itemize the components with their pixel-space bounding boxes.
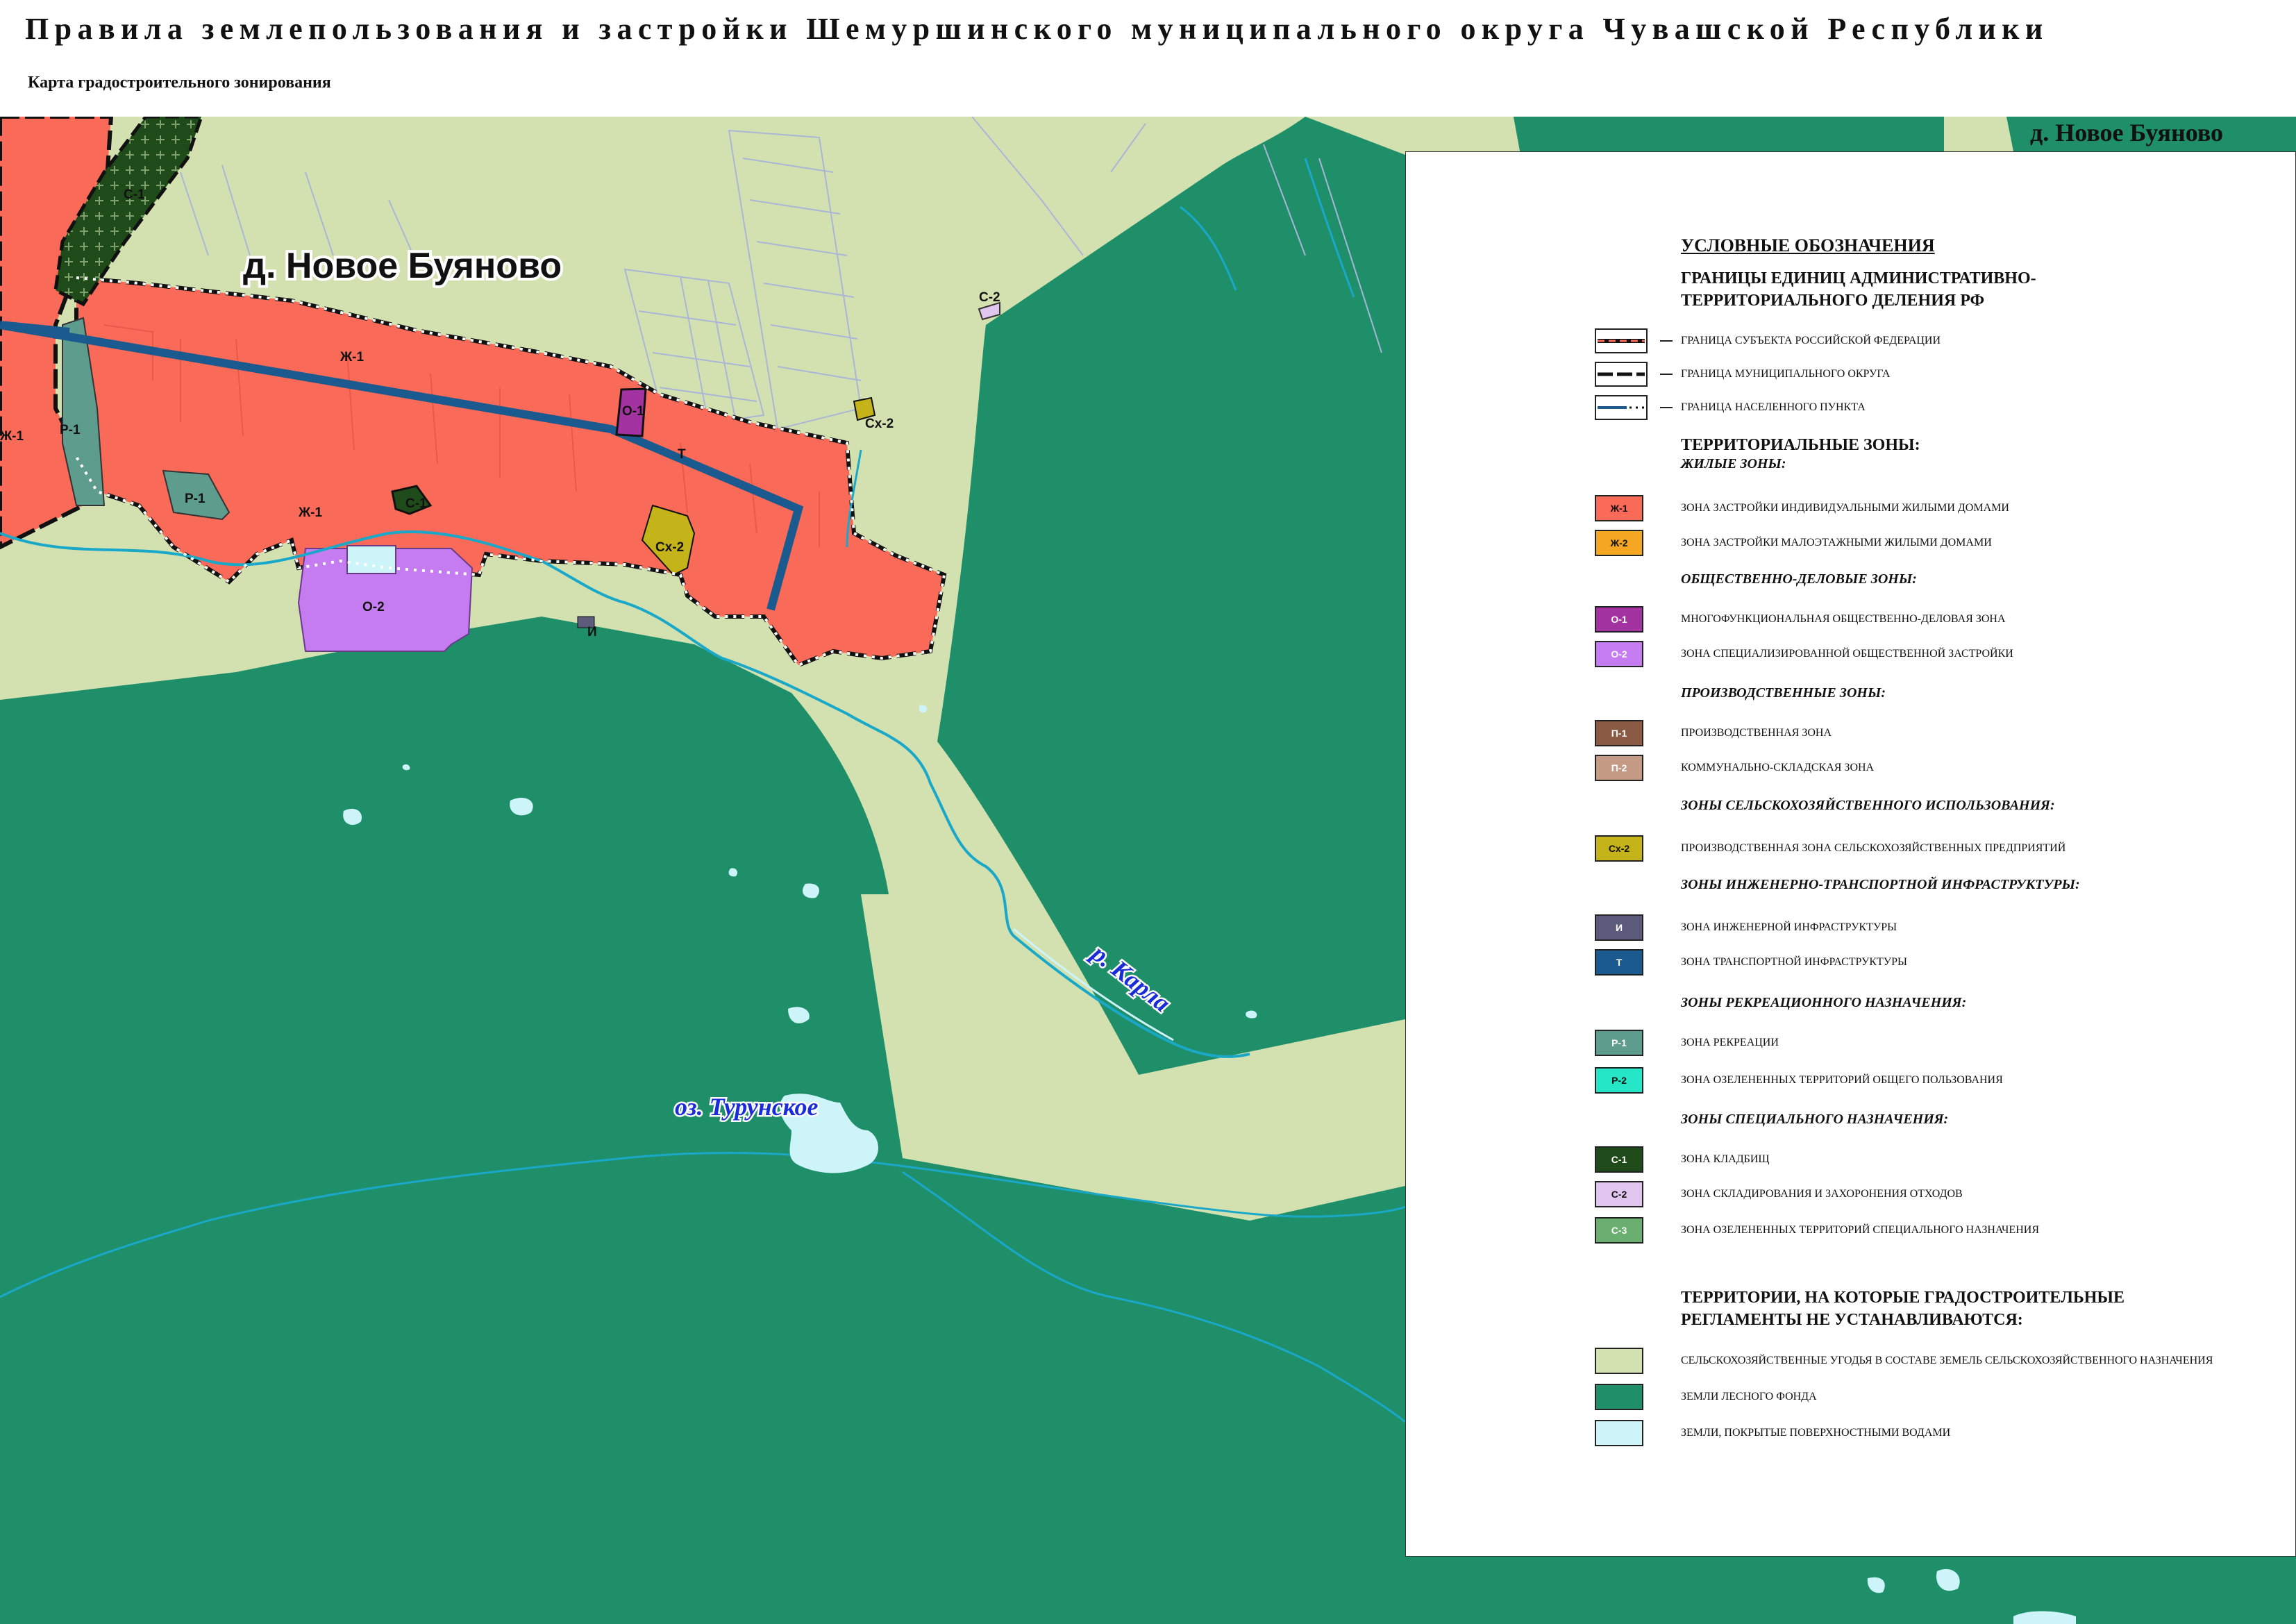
boundary-leader [1660, 374, 1673, 375]
boundary-municipal-swatch [1595, 362, 1648, 387]
label-s1-a: С-1 [124, 187, 145, 202]
legend-swatch: Ж-2 [1595, 530, 1643, 556]
legend-swatch: Р-1 [1595, 1030, 1643, 1056]
legend-item-label: ЗОНА КЛАДБИЩ [1681, 1153, 1770, 1165]
label-zh1-b: Ж-1 [298, 505, 322, 520]
legend-item-label: ЗОНА ТРАНСПОРТНОЙ ИНФРАСТРУКТУРЫ [1681, 956, 1907, 968]
legend-boundaries-heading: ГРАНИЦЫ ЕДИНИЦ АДМИНИСТРАТИВНО- ТЕРРИТОР… [1681, 269, 2036, 310]
legend-swatch [1595, 1348, 1643, 1374]
legend-group-heading: ОБЩЕСТВЕННО-ДЕЛОВЫЕ ЗОНЫ: [1681, 571, 1917, 587]
boundary-subject-swatch [1595, 328, 1648, 353]
legend-swatch: И [1595, 914, 1643, 941]
label-r1-b: Р-1 [185, 492, 206, 506]
legend-swatch [1595, 1420, 1643, 1446]
label-zh1-a: Ж-1 [340, 350, 364, 365]
legend-group-heading: ЖИЛЫЕ ЗОНЫ: [1681, 456, 1786, 471]
legend-item-label: ЗОНА ОЗЕЛЕНЕННЫХ ТЕРРИТОРИЙ СПЕЦИАЛЬНОГО… [1681, 1224, 2039, 1236]
legend-item-label: ЗОНА ЗАСТРОЙКИ ИНДИВИДУАЛЬНЫМИ ЖИЛЫМИ ДО… [1681, 502, 2009, 514]
map-header: Правила землепользования и застройки Шем… [0, 0, 2296, 117]
legend-item-label: КОММУНАЛЬНО-СКЛАДСКАЯ ЗОНА [1681, 762, 1875, 773]
label-s1-b: С-1 [405, 496, 427, 511]
legend-swatch: Ж-1 [1595, 495, 1643, 521]
label-s2: С-2 [979, 290, 1000, 305]
village-label: д. Новое Буяново [243, 246, 562, 286]
legend-group-heading: ЗОНЫ РЕКРЕАЦИОННОГО НАЗНАЧЕНИЯ: [1681, 995, 1967, 1010]
legend-zones-heading: ТЕРРИТОРИАЛЬНЫЕ ЗОНЫ: [1681, 436, 1920, 454]
legend-boundary-label: ГРАНИЦА СУБЪЕКТА РОССИЙСКОЙ ФЕДЕРАЦИИ [1681, 335, 1941, 346]
boundary-leader [1660, 340, 1673, 342]
legend-panel: УСЛОВНЫЕ ОБОЗНАЧЕНИЯ ГРАНИЦЫ ЕДИНИЦ АДМИ… [1405, 151, 2296, 1557]
legend-swatch: П-1 [1595, 720, 1643, 746]
legend-swatch: О-2 [1595, 641, 1643, 667]
legend-swatch: Р-2 [1595, 1067, 1643, 1094]
legend-group-heading: ЗОНЫ ИНЖЕНЕРНО-ТРАНСПОРТНОЙ ИНФРАСТРУКТУ… [1681, 877, 2080, 892]
label-sx2-b: Сх-2 [865, 417, 894, 431]
legend-swatch: П-2 [1595, 755, 1643, 781]
corner-place-label: д. Новое Буяново [2030, 119, 2224, 147]
legend-item-label: ЗОНА ОЗЕЛЕНЕННЫХ ТЕРРИТОРИЙ ОБЩЕГО ПОЛЬЗ… [1681, 1074, 2003, 1086]
label-sx2-a: Сх-2 [655, 540, 684, 555]
agri-land-far-ne [1944, 117, 2013, 155]
forest-patch-ne [1514, 117, 1944, 155]
label-r1-a: Р-1 [60, 423, 81, 437]
label-o2: О-2 [362, 600, 385, 614]
legend-item-label: ЗОНА ЗАСТРОЙКИ МАЛОЭТАЖНЫМИ ЖИЛЫМИ ДОМАМ… [1681, 537, 1992, 549]
legend-swatch: С-3 [1595, 1217, 1643, 1244]
legend-title: УСЛОВНЫЕ ОБОЗНАЧЕНИЯ [1681, 235, 1935, 256]
legend-group-heading: ЗОНЫ СЕЛЬСКОХОЗЯЙСТВЕННОГО ИСПОЛЬЗОВАНИЯ… [1681, 798, 2055, 813]
boundary-settlement-swatch [1595, 395, 1648, 420]
legend-swatch: С-1 [1595, 1146, 1643, 1173]
label-o1: О-1 [622, 404, 644, 419]
map-subtitle: Карта градостроительного зонирования [28, 74, 331, 92]
legend-swatch [1595, 1384, 1643, 1410]
document-title: Правила землепользования и застройки Шем… [25, 12, 2049, 46]
legend-item-label: ЗОНА ИНЖЕНЕРНОЙ ИНФРАСТРУКТУРЫ [1681, 921, 1897, 933]
legend-swatch: О-1 [1595, 606, 1643, 633]
legend-swatch: Т [1595, 949, 1643, 976]
legend-item-label: СЕЛЬСКОХОЗЯЙСТВЕННЫЕ УГОДЬЯ В СОСТАВЕ ЗЕ… [1681, 1355, 2213, 1366]
label-i: И [587, 625, 597, 639]
legend-boundary-label: ГРАНИЦА НАСЕЛЕННОГО ПУНКТА [1681, 401, 1866, 413]
legend-item-label: ЗОНА СКЛАДИРОВАНИЯ И ЗАХОРОНЕНИЯ ОТХОДОВ [1681, 1188, 1963, 1200]
legend-group-heading: ЗОНЫ СПЕЦИАЛЬНОГО НАЗНАЧЕНИЯ: [1681, 1112, 1949, 1127]
legend-item-label: ЗЕМЛИ, ПОКРЫТЫЕ ПОВЕРХНОСТНЫМИ ВОДАМИ [1681, 1427, 1951, 1439]
lake-label: оз. Турунское [675, 1093, 819, 1121]
label-zh1-c: Ж-1 [0, 429, 24, 444]
boundary-leader [1660, 407, 1673, 408]
o2-water [346, 545, 396, 574]
legend-swatch: С-2 [1595, 1181, 1643, 1207]
legend-no-regulation-heading: ТЕРРИТОРИИ, НА КОТОРЫЕ ГРАДОСТРОИТЕЛЬНЫЕ… [1681, 1289, 2125, 1329]
legend-item-label: ЗОНА РЕКРЕАЦИИ [1681, 1037, 1779, 1048]
legend-item-label: ЗОНА СПЕЦИАЛИЗИРОВАННОЙ ОБЩЕСТВЕННОЙ ЗАС… [1681, 648, 2013, 660]
legend-item-label: ПРОИЗВОДСТВЕННАЯ ЗОНА [1681, 727, 1832, 739]
label-t: Т [678, 447, 686, 462]
legend-swatch: Сх-2 [1595, 835, 1643, 862]
legend-boundary-label: ГРАНИЦА МУНИЦИПАЛЬНОГО ОКРУГА [1681, 368, 1891, 380]
legend-item-label: МНОГОФУНКЦИОНАЛЬНАЯ ОБЩЕСТВЕННО-ДЕЛОВАЯ … [1681, 613, 2006, 625]
legend-group-heading: ПРОИЗВОДСТВЕННЫЕ ЗОНЫ: [1681, 685, 1886, 701]
legend-item-label: ПРОИЗВОДСТВЕННАЯ ЗОНА СЕЛЬСКОХОЗЯЙСТВЕНН… [1681, 842, 2066, 854]
legend-item-label: ЗЕМЛИ ЛЕСНОГО ФОНДА [1681, 1391, 1817, 1403]
